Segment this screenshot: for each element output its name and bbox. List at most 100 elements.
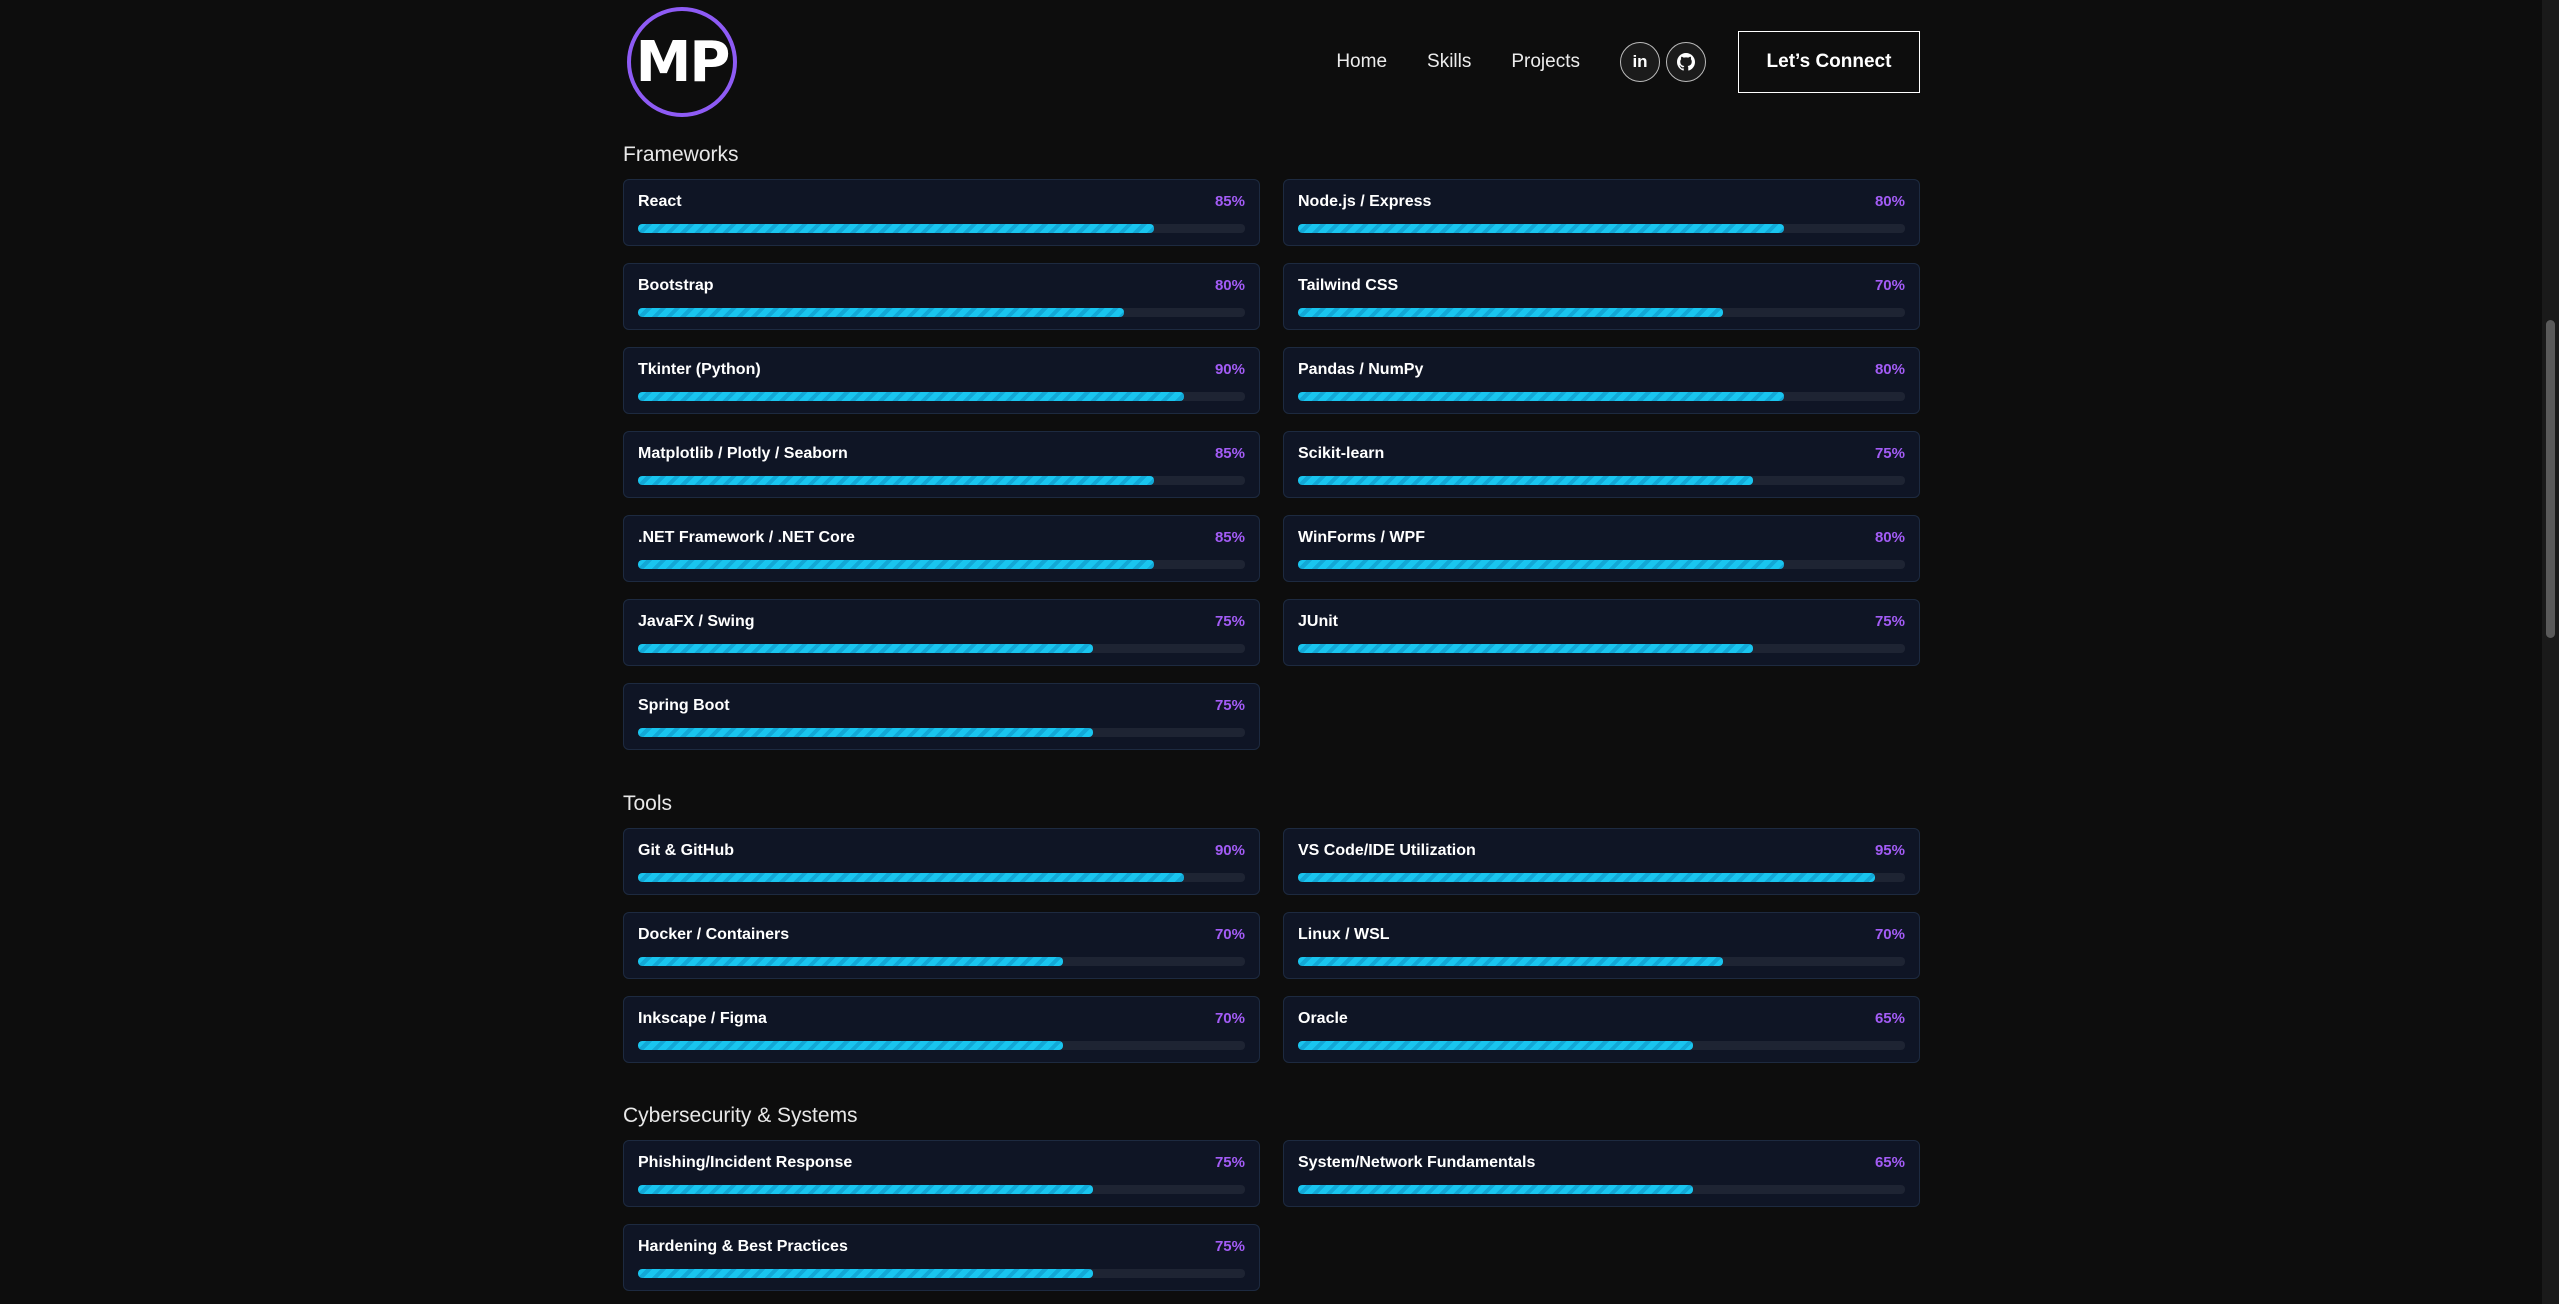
linkedin-button[interactable]: in xyxy=(1620,42,1660,82)
progress-track xyxy=(1298,560,1905,569)
progress-track xyxy=(1298,308,1905,317)
scrollbar-thumb[interactable] xyxy=(2546,320,2555,638)
progress-fill xyxy=(638,873,1185,882)
skill-card: WinForms / WPF 80% xyxy=(1283,515,1920,582)
skill-card: Oracle 65% xyxy=(1283,996,1920,1063)
skill-card: Phishing/Incident Response 75% xyxy=(623,1140,1260,1207)
skill-card: Pandas / NumPy 80% xyxy=(1283,347,1920,414)
skill-percent: 70% xyxy=(1874,277,1905,294)
skill-name: Phishing/Incident Response xyxy=(638,1154,853,1171)
progress-track xyxy=(638,644,1245,653)
scrollbar[interactable] xyxy=(2542,0,2559,1304)
section-title-frameworks: Frameworks xyxy=(623,143,739,166)
skill-name: Bootstrap xyxy=(638,277,714,294)
progress-track xyxy=(638,1041,1245,1050)
skill-card: Node.js / Express 80% xyxy=(1283,179,1920,246)
skill-card: Matplotlib / Plotly / Seaborn 85% xyxy=(623,431,1260,498)
skill-percent: 80% xyxy=(1874,193,1905,210)
skill-percent: 70% xyxy=(1214,926,1245,943)
social-links: in xyxy=(1620,42,1706,82)
progress-fill xyxy=(1298,873,1875,882)
progress-fill xyxy=(1298,1185,1693,1194)
skill-name: Linux / WSL xyxy=(1298,926,1390,943)
progress-fill xyxy=(638,224,1154,233)
progress-fill xyxy=(1298,957,1723,966)
skill-card: Hardening & Best Practices 75% xyxy=(623,1224,1260,1291)
skill-percent: 80% xyxy=(1874,361,1905,378)
nav-link-projects[interactable]: Projects xyxy=(1511,51,1580,73)
skill-percent: 70% xyxy=(1874,926,1905,943)
progress-track xyxy=(1298,1041,1905,1050)
progress-track xyxy=(638,728,1245,737)
progress-fill xyxy=(1298,476,1754,485)
skill-percent: 75% xyxy=(1874,445,1905,462)
skill-percent: 85% xyxy=(1214,193,1245,210)
progress-fill xyxy=(638,308,1124,317)
progress-fill xyxy=(1298,392,1784,401)
skill-card: Bootstrap 80% xyxy=(623,263,1260,330)
progress-fill xyxy=(638,476,1154,485)
skill-card: Scikit-learn 75% xyxy=(1283,431,1920,498)
section-title-tools: Tools xyxy=(623,792,673,815)
github-button[interactable] xyxy=(1666,42,1706,82)
page-container: MP Home Skills Projects in Let’s Connect… xyxy=(623,0,1920,1291)
progress-track xyxy=(638,560,1245,569)
skill-percent: 75% xyxy=(1214,613,1245,630)
navbar: MP Home Skills Projects in Let’s Connect xyxy=(623,0,1920,124)
progress-fill xyxy=(638,560,1154,569)
tools-grid: Git & GitHub 90% VS Code/IDE Utilization 95… xyxy=(623,828,1920,1063)
skill-card: JavaFX / Swing 75% xyxy=(623,599,1260,666)
skill-name: React xyxy=(638,193,682,210)
progress-track xyxy=(638,392,1245,401)
skill-name: Spring Boot xyxy=(638,697,730,714)
skill-percent: 80% xyxy=(1874,529,1905,546)
skill-percent: 75% xyxy=(1214,697,1245,714)
progress-fill xyxy=(1298,1041,1693,1050)
frameworks-grid: React 85% Node.js / Express 80% Bootstrap 80%… xyxy=(623,179,1920,750)
lets-connect-button[interactable]: Let’s Connect xyxy=(1738,31,1920,93)
skill-percent: 75% xyxy=(1214,1238,1245,1255)
skill-name: Docker / Containers xyxy=(638,926,790,943)
progress-fill xyxy=(638,728,1094,737)
progress-track xyxy=(1298,957,1905,966)
skill-percent: 85% xyxy=(1214,529,1245,546)
progress-track xyxy=(1298,644,1905,653)
skill-name: Hardening & Best Practices xyxy=(638,1238,848,1255)
progress-fill xyxy=(1298,224,1784,233)
progress-fill xyxy=(638,644,1094,653)
skill-card: Linux / WSL 70% xyxy=(1283,912,1920,979)
github-icon xyxy=(1677,53,1695,71)
skill-name: Oracle xyxy=(1298,1010,1348,1027)
skill-percent: 75% xyxy=(1874,613,1905,630)
skill-percent: 90% xyxy=(1214,842,1245,859)
progress-track xyxy=(638,1269,1245,1278)
skill-name: Tailwind CSS xyxy=(1298,277,1399,294)
progress-track xyxy=(1298,873,1905,882)
nav-link-home[interactable]: Home xyxy=(1336,51,1387,73)
nav-link-skills[interactable]: Skills xyxy=(1427,51,1471,73)
skill-name: Node.js / Express xyxy=(1298,193,1432,210)
skill-card: Tailwind CSS 70% xyxy=(1283,263,1920,330)
skill-percent: 65% xyxy=(1874,1154,1905,1171)
cybersecurity-grid: Phishing/Incident Response 75% System/Netw… xyxy=(623,1140,1920,1291)
skill-card: Git & GitHub 90% xyxy=(623,828,1260,895)
skill-name: Scikit-learn xyxy=(1298,445,1385,462)
skill-name: Inkscape / Figma xyxy=(638,1010,767,1027)
logo[interactable]: MP xyxy=(627,7,737,117)
progress-track xyxy=(1298,224,1905,233)
progress-track xyxy=(638,873,1245,882)
skill-card: React 85% xyxy=(623,179,1260,246)
skill-percent: 70% xyxy=(1214,1010,1245,1027)
skill-percent: 65% xyxy=(1874,1010,1905,1027)
skill-name: JUnit xyxy=(1298,613,1338,630)
skill-name: System/Network Fundamentals xyxy=(1298,1154,1536,1171)
skill-card: .NET Framework / .NET Core 85% xyxy=(623,515,1260,582)
skill-percent: 80% xyxy=(1214,277,1245,294)
progress-fill xyxy=(638,957,1063,966)
progress-fill xyxy=(638,1269,1094,1278)
progress-fill xyxy=(638,392,1185,401)
progress-track xyxy=(1298,1185,1905,1194)
skill-card: Docker / Containers 70% xyxy=(623,912,1260,979)
skill-percent: 90% xyxy=(1214,361,1245,378)
skill-name: Tkinter (Python) xyxy=(638,361,761,378)
